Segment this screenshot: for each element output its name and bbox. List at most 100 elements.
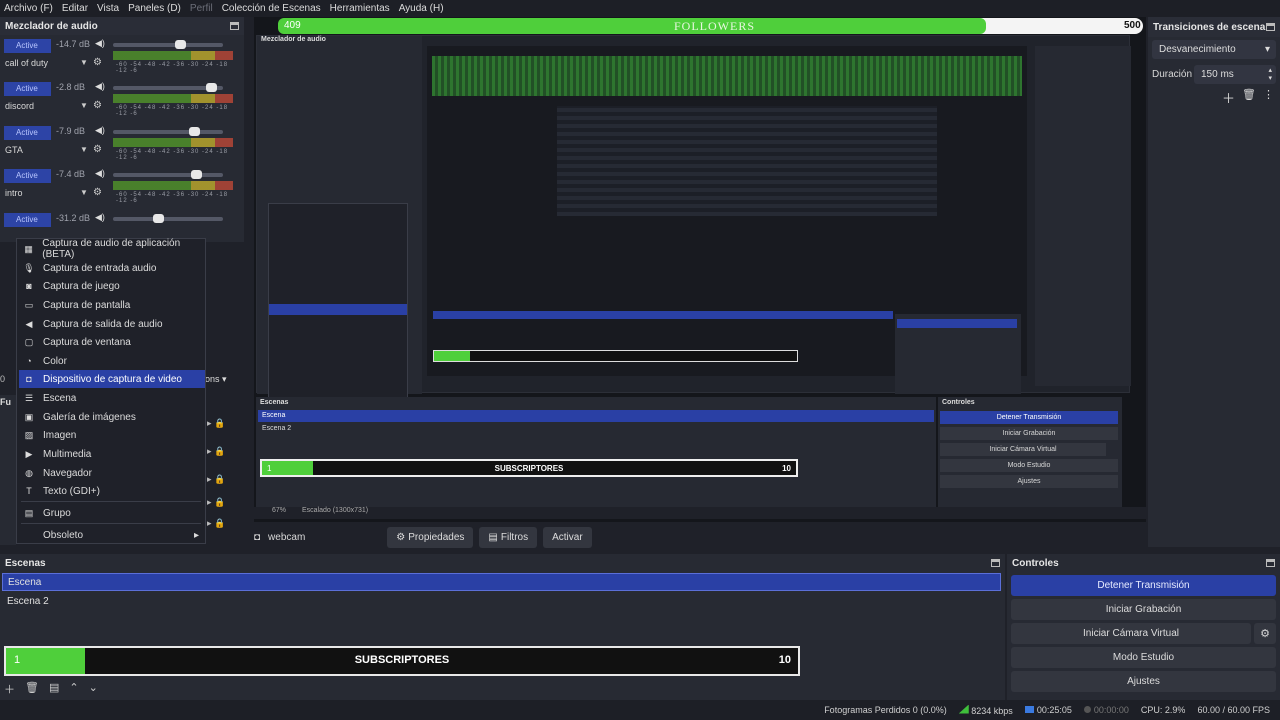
start-recording-button[interactable]: Iniciar Grabación: [1011, 599, 1276, 620]
undock-icon[interactable]: [1266, 559, 1275, 567]
menu-item-captura-de-juego[interactable]: ◙ Captura de juego: [19, 277, 205, 295]
move-down-icon[interactable]: ⌄: [89, 681, 98, 697]
menu-item-label: Captura de audio de aplicación (BETA): [42, 238, 181, 260]
volume-handle[interactable]: [189, 127, 200, 136]
volume-slider[interactable]: [113, 214, 223, 223]
chevron-down-icon[interactable]: ▼: [80, 145, 88, 154]
menu-perfil[interactable]: Perfil: [190, 3, 213, 14]
activate-button[interactable]: Activar: [543, 526, 592, 548]
scale-label[interactable]: Escalado (1300x731): [302, 507, 368, 514]
menu-item-multimedia[interactable]: ▶ Multimedia: [19, 445, 205, 463]
start-virtual-camera-button[interactable]: Iniciar Cámara Virtual: [1011, 623, 1251, 644]
menu-vista[interactable]: Vista: [97, 3, 119, 14]
more-options-icon[interactable]: ⋮: [1263, 88, 1274, 101]
transitions-title-bar: Transiciones de escena: [1148, 17, 1280, 37]
sources-fragment-right: ons ▾: [205, 374, 227, 384]
subscribers-goal-bar: SUBSCRIPTORES 1 10: [4, 646, 800, 676]
speaker-icon[interactable]: ◀): [95, 212, 105, 223]
stepper-arrows-icon[interactable]: ▴ ▾: [1268, 67, 1272, 83]
speaker-icon[interactable]: ◀): [95, 125, 105, 136]
menu-item-label: Color: [43, 355, 67, 367]
menu-item-imagen[interactable]: ▨ Imagen: [19, 426, 205, 444]
menu-item-captura-de-ventana[interactable]: ▢ Captura de ventana: [19, 333, 205, 351]
menu-item-obsoleto[interactable]: Obsoleto ▸: [19, 526, 205, 544]
scene-item[interactable]: Escena: [2, 573, 1001, 591]
menu-item-grupo[interactable]: ▤ Grupo: [19, 504, 205, 522]
menu-item-captura-de-entrada-audio[interactable]: 🎙 Captura de entrada audio: [19, 259, 205, 277]
speaker-icon[interactable]: ◀): [95, 168, 105, 179]
volume-slider[interactable]: [113, 40, 223, 49]
chevron-down-icon[interactable]: ▼: [80, 101, 88, 110]
channel-settings-icon[interactable]: ⚙: [93, 144, 102, 155]
menu-item-captura-de-pantalla[interactable]: ▭ Captura de pantalla: [19, 296, 205, 314]
channel-settings-icon[interactable]: ⚙: [93, 100, 102, 111]
volume-slider[interactable]: [113, 83, 223, 92]
volume-handle[interactable]: [191, 170, 202, 179]
duration-spinbox[interactable]: 150 ms ▴ ▾: [1194, 65, 1276, 84]
menu-coleccion-escenas[interactable]: Colección de Escenas: [222, 3, 321, 14]
menu-item-captura-de-salida-de-audio[interactable]: ◀ Captura de salida de audio: [19, 315, 205, 333]
filters-button[interactable]: ▤ Filtros: [479, 526, 538, 548]
visibility-icon[interactable]: ▸ 🔒: [207, 474, 225, 485]
duration-label: Duración: [1152, 69, 1193, 80]
volume-handle[interactable]: [175, 40, 186, 49]
chevron-down-icon[interactable]: ▼: [80, 58, 88, 67]
text-icon: T: [26, 486, 32, 496]
speaker-icon[interactable]: ◀): [95, 81, 105, 92]
mixer-channel: Active -14.7 dB ◀) -60 -54 -48 -42 -36 -30 …: [0, 36, 240, 79]
menu-archivo[interactable]: Archivo (F): [4, 3, 53, 14]
studio-mode-button[interactable]: Modo Estudio: [1011, 647, 1276, 668]
dropped-frames: Fotogramas Perdidos 0 (0.0%): [824, 705, 947, 715]
preview-canvas[interactable]: 409 FOLLOWERS 500 Mezclador de audio Esc…: [254, 17, 1146, 522]
menu-item-texto-gdi-[interactable]: T Texto (GDI+): [19, 482, 205, 500]
stop-stream-button[interactable]: Detener Transmisión: [1011, 575, 1276, 596]
menu-item-escena[interactable]: ☰ Escena: [19, 389, 205, 407]
menu-herramientas[interactable]: Herramientas: [330, 3, 390, 14]
trash-icon[interactable]: 🗑: [25, 681, 39, 697]
visibility-icon[interactable]: ▸ 🔒: [207, 418, 225, 429]
undock-icon[interactable]: [991, 559, 1000, 567]
undock-icon[interactable]: [1266, 23, 1275, 31]
zoom-level: 67%: [272, 507, 287, 514]
zoom-bar: 67% Escalado (1300x731): [254, 507, 1146, 519]
channel-name: discord: [5, 101, 35, 111]
mixer-channel: Active -7.9 dB ◀) -60 -54 -48 -42 -36 -30 -…: [0, 123, 240, 166]
image-icon: ▨: [24, 430, 34, 440]
gear-icon[interactable]: ⚙: [1254, 623, 1276, 644]
channel-settings-icon[interactable]: ⚙: [93, 57, 102, 68]
volume-handle[interactable]: [206, 83, 217, 92]
add-transition-button[interactable]: ＋: [1222, 88, 1235, 107]
menu-item-dispositivo-de-captura-de-video[interactable]: ◘ Dispositivo de captura de video: [19, 370, 205, 388]
add-scene-button[interactable]: ＋: [4, 681, 15, 697]
properties-button[interactable]: ⚙ Propiedades: [387, 526, 474, 548]
transition-select[interactable]: Desvanecimiento ▾: [1152, 40, 1276, 59]
visibility-icon[interactable]: ▸ 🔒: [207, 446, 225, 457]
channel-settings-icon[interactable]: ⚙: [93, 187, 102, 198]
settings-button[interactable]: Ajustes: [1011, 671, 1276, 692]
stream-icon: [1024, 706, 1034, 713]
scene-item[interactable]: Escena 2: [2, 593, 1001, 611]
sources-panel-partial: [0, 395, 16, 545]
menu-item-color[interactable]: ◔ Color: [19, 352, 205, 370]
visibility-icon[interactable]: ▸ 🔒: [207, 518, 225, 529]
visibility-icon[interactable]: ▸ 🔒: [207, 497, 225, 508]
menu-item-label: Captura de salida de audio: [43, 318, 163, 330]
volume-slider[interactable]: [113, 170, 223, 179]
menu-ayuda[interactable]: Ayuda (H): [399, 3, 444, 14]
volume-handle[interactable]: [153, 214, 164, 223]
speaker-icon[interactable]: ◀): [95, 38, 105, 49]
undock-icon[interactable]: [230, 22, 239, 30]
menu-editar[interactable]: Editar: [62, 3, 88, 14]
scene-transitions-panel: Transiciones de escena Desvanecimiento ▾…: [1148, 17, 1280, 547]
trash-icon[interactable]: 🗑: [1242, 88, 1256, 101]
menu-item-navegador[interactable]: ◍ Navegador: [19, 464, 205, 482]
volume-slider[interactable]: [113, 127, 223, 136]
filter-icon[interactable]: ▤: [49, 681, 59, 697]
move-up-icon[interactable]: ⌃: [69, 681, 78, 697]
sources-title-fragment: Fu: [0, 397, 11, 407]
scenes-panel: Escenas Escena Escena 2 SUBSCRIPTORES 1 …: [0, 554, 1005, 700]
menu-item-galer-a-de-im-genes[interactable]: ▣ Galería de imágenes: [19, 408, 205, 426]
chevron-down-icon[interactable]: ▼: [80, 188, 88, 197]
menu-item-captura-de-audio-de-aplicaci-n-beta-[interactable]: ▦ Captura de audio de aplicación (BETA): [19, 238, 205, 260]
menu-paneles[interactable]: Paneles (D): [128, 3, 181, 14]
